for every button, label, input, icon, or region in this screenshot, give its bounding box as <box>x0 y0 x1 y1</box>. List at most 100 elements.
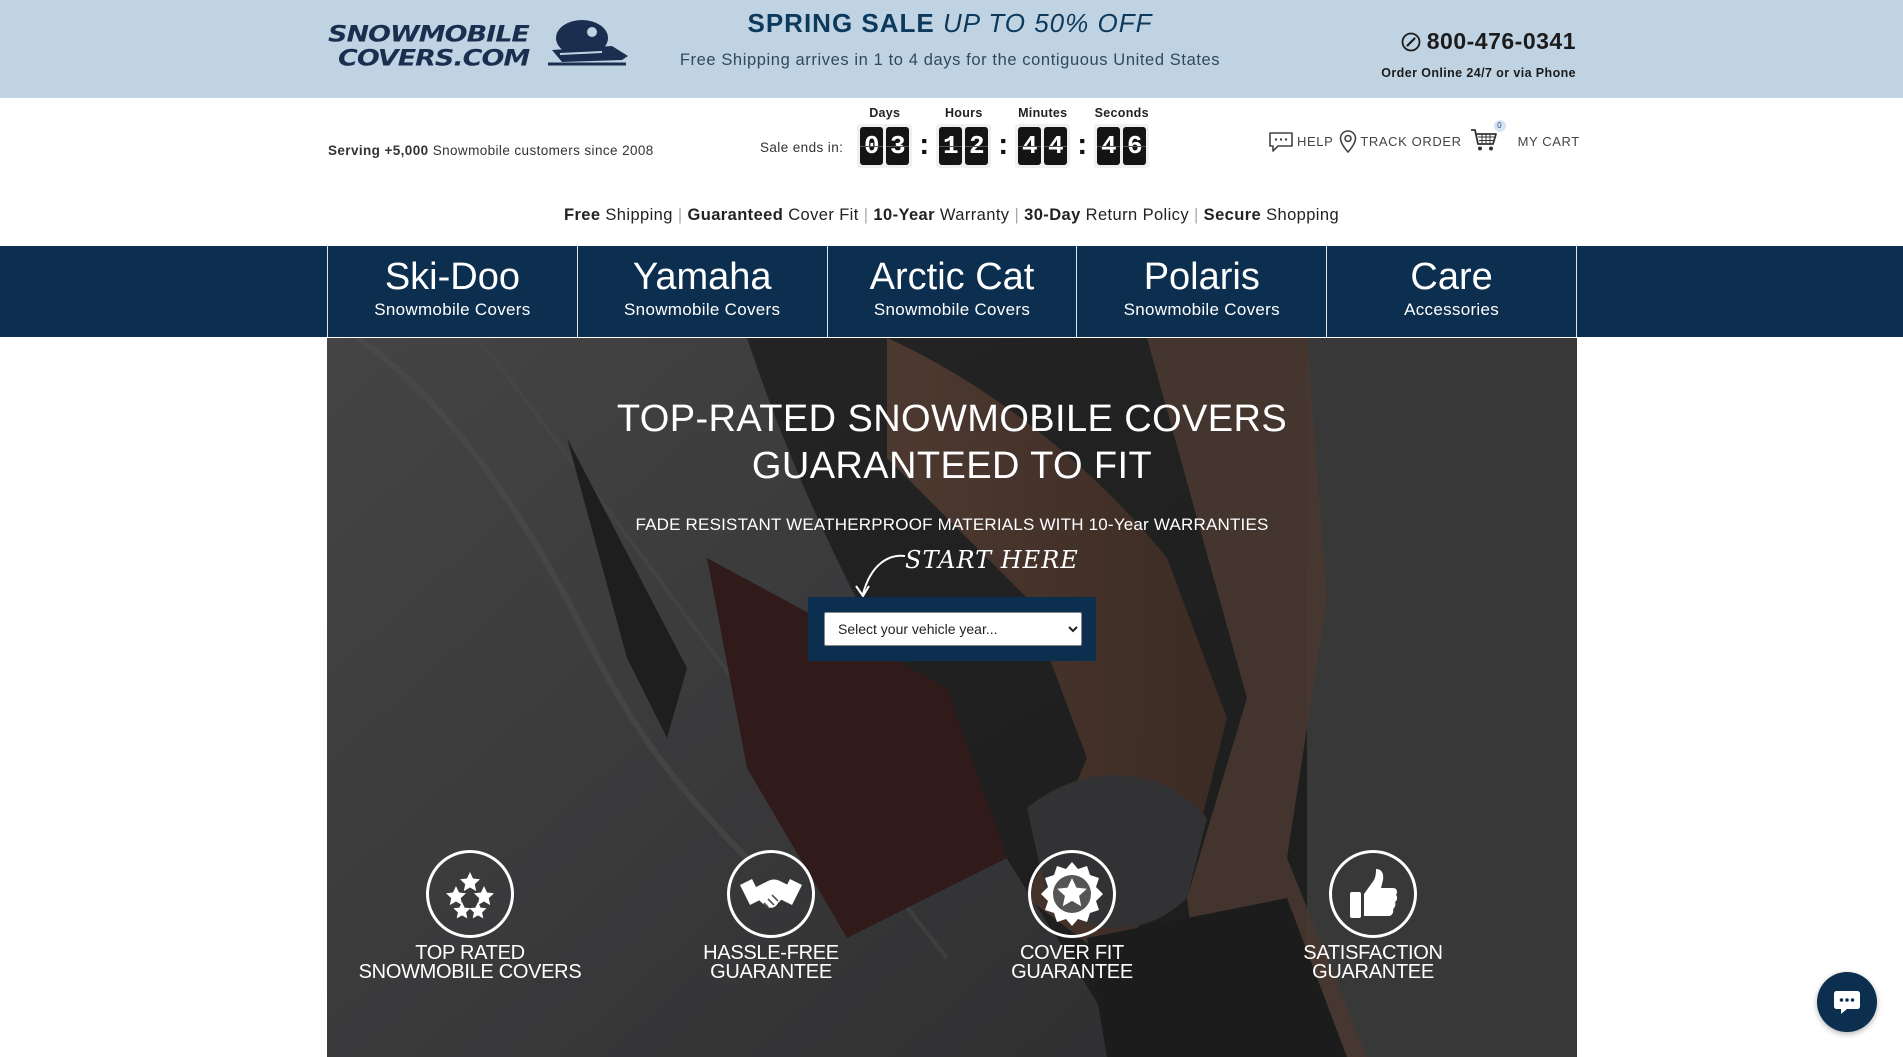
hero-title-line2: GUARANTEED TO FIT <box>751 445 1153 487</box>
shipping-note: Free Shipping arrives in 1 to 4 days for… <box>679 51 1221 69</box>
countdown-separator: : <box>998 128 1009 161</box>
serving-rest: Snowmobile customers since 2008 <box>428 143 654 158</box>
cart-count-badge: 0 <box>1493 120 1506 132</box>
nav-brand: Polaris <box>1143 256 1260 298</box>
thumbs-up-icon <box>1329 850 1417 938</box>
hero-title-line1: TOP-RATED SNOWMOBILE COVERS <box>616 398 1288 440</box>
perk-bold: Guaranteed <box>687 206 784 224</box>
perk-separator: | <box>1014 206 1020 224</box>
badge-satisfaction: SATISFACTION GUARANTEE <box>1253 850 1493 982</box>
hours-digit: 1 <box>939 127 963 165</box>
help-label: HELP <box>1297 134 1334 149</box>
cart-icon-link[interactable]: 0 <box>1470 120 1506 155</box>
perk-text: Shopping <box>1261 206 1340 224</box>
handshake-icon <box>727 850 815 938</box>
logo-line1: SNOWMOBILE <box>328 22 530 48</box>
badge-line2: GUARANTEE <box>1011 961 1133 983</box>
hero-subtitle: FADE RESISTANT WEATHERPROOF MATERIALS WI… <box>635 515 1269 534</box>
main-nav: Ski-Doo Snowmobile Covers Yamaha Snowmob… <box>0 246 1903 337</box>
seconds-digit: 6 <box>1123 127 1147 165</box>
top-banner: SNOWMOBILE COVERS.COM SPRING SALE UP TO … <box>0 0 1903 98</box>
chat-widget-button[interactable] <box>1817 972 1877 1032</box>
stars-icon <box>426 850 514 938</box>
hero-title: TOP-RATED SNOWMOBILE COVERS GUARANTEED T… <box>327 396 1577 490</box>
star-seal-icon <box>1028 850 1116 938</box>
nav-yamaha[interactable]: Yamaha Snowmobile Covers <box>578 246 828 337</box>
seconds-label: Seconds <box>1094 106 1149 120</box>
nav-brand: Ski-Doo <box>384 256 520 298</box>
perk-text: Cover Fit <box>783 206 859 224</box>
track-order-link[interactable]: TRACK ORDER <box>1339 129 1462 154</box>
phone-block: 800-476-0341 Order Online 24/7 or via Ph… <box>1381 28 1576 80</box>
snowmobile-logo-icon <box>548 20 628 66</box>
minutes-label: Minutes <box>1018 106 1068 120</box>
perk-bold: Free <box>563 206 601 224</box>
nav-subtitle: Snowmobile Covers <box>624 300 781 319</box>
phone-icon <box>1401 32 1421 51</box>
chat-icon <box>1834 991 1860 1014</box>
nav-arctic-cat[interactable]: Arctic Cat Snowmobile Covers <box>828 246 1078 337</box>
perk-separator: | <box>863 206 869 224</box>
track-order-label: TRACK ORDER <box>1360 134 1462 149</box>
nav-brand: Yamaha <box>632 256 772 298</box>
perk-bold: 10-Year <box>873 206 935 224</box>
start-here-label: START HERE <box>905 546 1079 574</box>
my-cart-link[interactable]: MY CART <box>1518 134 1580 149</box>
serving-customers: Serving +5,000 Snowmobile customers sinc… <box>328 143 654 158</box>
nav-subtitle: Accessories <box>1404 300 1500 319</box>
nav-ski-doo[interactable]: Ski-Doo Snowmobile Covers <box>328 246 578 337</box>
perk-text: Shipping <box>600 206 673 224</box>
perks-bar: Free Shipping | Guaranteed Cover Fit | 10-Ye… <box>0 206 1903 225</box>
chat-bubble-icon <box>1269 131 1293 152</box>
nav-polaris[interactable]: Polaris Snowmobile Covers <box>1077 246 1328 337</box>
countdown-separator: : <box>919 128 930 161</box>
hours-digit: 2 <box>965 127 989 165</box>
days-digit: 3 <box>886 127 910 165</box>
utility-links: HELP TRACK ORDER 0 MY CART <box>1268 120 1580 155</box>
perk-separator: | <box>677 206 683 224</box>
badge-cover-fit: COVER FIT GUARANTEE <box>952 850 1192 982</box>
badge-line2: GUARANTEE <box>1312 961 1434 983</box>
countdown-days: Days 0 3 <box>857 106 913 168</box>
perk-text: Warranty <box>934 206 1010 224</box>
perk-separator: | <box>1193 206 1199 224</box>
serving-bold: Serving +5,000 <box>328 143 429 158</box>
perk-bold: 30-Day <box>1024 206 1081 224</box>
site-logo[interactable]: SNOWMOBILE COVERS.COM <box>328 16 628 72</box>
perk-bold: Secure <box>1203 206 1262 224</box>
seconds-digit: 4 <box>1097 127 1121 165</box>
phone-number: 800-476-0341 <box>1426 28 1576 54</box>
days-digit: 0 <box>860 127 884 165</box>
countdown-hours: Hours 1 2 <box>936 106 992 168</box>
sale-ends-label: Sale ends in: <box>760 140 844 155</box>
vehicle-year-select[interactable]: Select your vehicle year... <box>824 612 1082 646</box>
nav-subtitle: Snowmobile Covers <box>1123 300 1280 319</box>
phone-link[interactable]: 800-476-0341 <box>1381 28 1576 55</box>
hero-banner: TOP-RATED SNOWMOBILE COVERS GUARANTEED T… <box>327 338 1577 1057</box>
sale-italic: UP TO 50% OFF <box>942 8 1153 38</box>
badge-top-rated: TOP RATED SNOWMOBILE COVERS <box>350 850 590 982</box>
days-label: Days <box>869 106 901 120</box>
countdown-minutes: Minutes 4 4 <box>1015 106 1071 168</box>
badge-hassle-free: HASSLE-FREE GUARANTEE <box>651 850 891 982</box>
nav-subtitle: Snowmobile Covers <box>374 300 531 319</box>
sale-headline: SPRING SALE UP TO 50% OFF <box>660 8 1240 39</box>
logo-line2: COVERS.COM <box>338 46 530 72</box>
minutes-digit: 4 <box>1018 127 1042 165</box>
badge-line2: GUARANTEE <box>710 961 832 983</box>
hours-label: Hours <box>944 106 983 120</box>
phone-note: Order Online 24/7 or via Phone <box>1381 66 1576 80</box>
nav-brand: Arctic Cat <box>869 256 1035 298</box>
countdown-seconds: Seconds 4 6 <box>1094 106 1150 168</box>
nav-care[interactable]: Care Accessories <box>1327 246 1577 337</box>
shopping-cart-icon <box>1470 129 1497 151</box>
location-pin-icon <box>1340 129 1357 153</box>
vehicle-selector: Select your vehicle year... <box>808 597 1096 661</box>
sale-bold: SPRING SALE <box>747 8 935 38</box>
perk-text: Return Policy <box>1080 206 1189 224</box>
sale-announcement: SPRING SALE UP TO 50% OFF Free Shipping … <box>660 8 1240 70</box>
help-link[interactable]: HELP <box>1268 131 1333 153</box>
minutes-digit: 4 <box>1044 127 1068 165</box>
sale-countdown: Sale ends in: Days 0 3 : Hours 1 2 : Min… <box>760 104 1150 168</box>
nav-brand: Care <box>1410 256 1493 298</box>
